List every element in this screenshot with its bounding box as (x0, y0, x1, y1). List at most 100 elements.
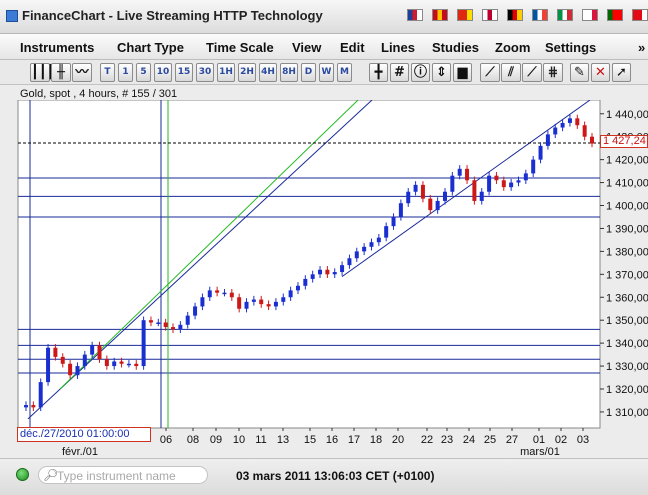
toolbar: ┃┃┃ ╫ 〰 T 1 5 10 15 30 1H 2H 4H 8H D W M ╋ # ⓘ ⇕ ▆ ⟋ ⫽ ⟋ ⋕ ✎ ✕ ➚ (0, 60, 648, 85)
candle (553, 127, 558, 135)
candle (24, 405, 28, 408)
line-chart-button[interactable]: 〰 (72, 63, 92, 82)
timeframe-10-button[interactable]: 10 (154, 63, 172, 82)
price-chart[interactable]: 1 440,001 430,001 420,001 410,001 400,00… (0, 100, 648, 458)
window-title: FinanceChart - Live Streaming HTTP Techn… (22, 8, 323, 23)
menu-instruments[interactable]: Instruments (20, 40, 94, 55)
candle (141, 320, 146, 367)
timeframe-30-button[interactable]: 30 (196, 63, 214, 82)
menu-zoom[interactable]: Zoom (495, 40, 530, 55)
candle (538, 145, 543, 160)
menu-more[interactable]: » (638, 40, 645, 55)
candle (303, 278, 308, 286)
delete-button[interactable]: ✕ (591, 63, 610, 82)
candle (479, 191, 484, 201)
channel-button[interactable]: ⫽ (501, 63, 521, 82)
y-tick-label: 1 420,00 (606, 155, 648, 167)
volume-button[interactable]: ▆ (453, 63, 472, 82)
current-price-label: 1 427,24 (600, 135, 648, 148)
status-time: 03 mars 2011 13:06:03 CET (+0100) (236, 469, 435, 483)
search-input[interactable] (57, 468, 207, 483)
draw-line-button[interactable]: ✎ (570, 63, 589, 82)
timeframe-15-button[interactable]: 15 (175, 63, 193, 82)
fan-button[interactable]: ⟋ (522, 63, 542, 82)
grid-button[interactable]: # (390, 63, 409, 82)
menu-lines[interactable]: Lines (381, 40, 415, 55)
candle (68, 363, 73, 376)
candle (501, 180, 506, 188)
timeframe-w-button[interactable]: W (319, 63, 334, 82)
menu-edit[interactable]: Edit (340, 40, 365, 55)
candle (215, 290, 220, 293)
title-bar: FinanceChart - Live Streaming HTTP Techn… (0, 0, 648, 34)
candle (472, 180, 477, 201)
menu-view[interactable]: View (292, 40, 321, 55)
candle (325, 269, 330, 275)
candle (575, 118, 580, 126)
candle (46, 347, 51, 383)
x-month-label: févr./01 (62, 446, 98, 458)
candle (112, 361, 117, 367)
timeframe-t-button[interactable]: T (100, 63, 115, 82)
france-flag[interactable] (532, 9, 548, 21)
candlestick-chart-button[interactable]: ┃┃┃ (30, 63, 54, 82)
fib-button[interactable]: ⋕ (543, 63, 563, 82)
poland-flag[interactable] (582, 9, 598, 21)
candle (259, 299, 264, 305)
y-tick-label: 1 410,00 (606, 178, 648, 190)
candle (53, 347, 58, 357)
candle (590, 136, 594, 144)
italy-flag[interactable] (557, 9, 573, 21)
y-tick-label: 1 440,00 (606, 109, 648, 121)
trendline-button[interactable]: ⟋ (480, 63, 500, 82)
timeframe-2h-button[interactable]: 2H (238, 63, 256, 82)
candle (545, 134, 550, 146)
portugal-flag[interactable] (607, 9, 623, 21)
germany-flag[interactable] (507, 9, 523, 21)
timeframe-4h-button[interactable]: 4H (259, 63, 277, 82)
candle (185, 315, 190, 325)
candle (376, 237, 381, 243)
cursor-date-label: déc./27/2010 01:00:00 (17, 427, 151, 442)
candle (442, 191, 447, 201)
timeframe-m-button[interactable]: M (337, 63, 352, 82)
x-tick-label: 06 (160, 434, 172, 446)
spain-flag[interactable] (432, 9, 448, 21)
candle (200, 297, 205, 307)
japan-flag[interactable] (482, 9, 498, 21)
timeframe-d-button[interactable]: D (301, 63, 316, 82)
menu-studies[interactable]: Studies (432, 40, 479, 55)
timeframe-5-button[interactable]: 5 (136, 63, 151, 82)
candle (428, 198, 433, 211)
instrument-search[interactable]: 🔎︎ (38, 466, 208, 484)
info-button[interactable]: ⓘ (411, 63, 430, 82)
menu-settings[interactable]: Settings (545, 40, 596, 55)
bar-chart-button[interactable]: ╫ (51, 63, 71, 82)
timeframe-1h-button[interactable]: 1H (217, 63, 235, 82)
menu-time-scale[interactable]: Time Scale (206, 40, 274, 55)
candle (516, 180, 521, 183)
x-tick-label: 13 (277, 434, 289, 446)
candle (60, 356, 65, 364)
timeframe-8h-button[interactable]: 8H (280, 63, 298, 82)
y-tick-label: 1 380,00 (606, 246, 648, 258)
x-tick-label: 25 (484, 434, 496, 446)
candle (178, 324, 183, 330)
candle (347, 258, 352, 266)
plot-area (17, 100, 601, 429)
zoom-fit-button[interactable]: ⇕ (432, 63, 451, 82)
menu-chart-type[interactable]: Chart Type (117, 40, 184, 55)
pointer-button[interactable]: ➚ (612, 63, 631, 82)
candle (295, 285, 300, 291)
candle (509, 182, 514, 188)
candle (193, 306, 198, 316)
candle (273, 301, 278, 307)
china-flag[interactable] (457, 9, 473, 21)
candle (450, 175, 455, 192)
crosshair-button[interactable]: ╋ (369, 63, 388, 82)
candle (163, 322, 168, 328)
y-tick-label: 1 330,00 (606, 361, 648, 373)
turkey-flag[interactable] (632, 9, 648, 21)
uk-flag[interactable] (407, 9, 423, 21)
timeframe-1-button[interactable]: 1 (118, 63, 133, 82)
